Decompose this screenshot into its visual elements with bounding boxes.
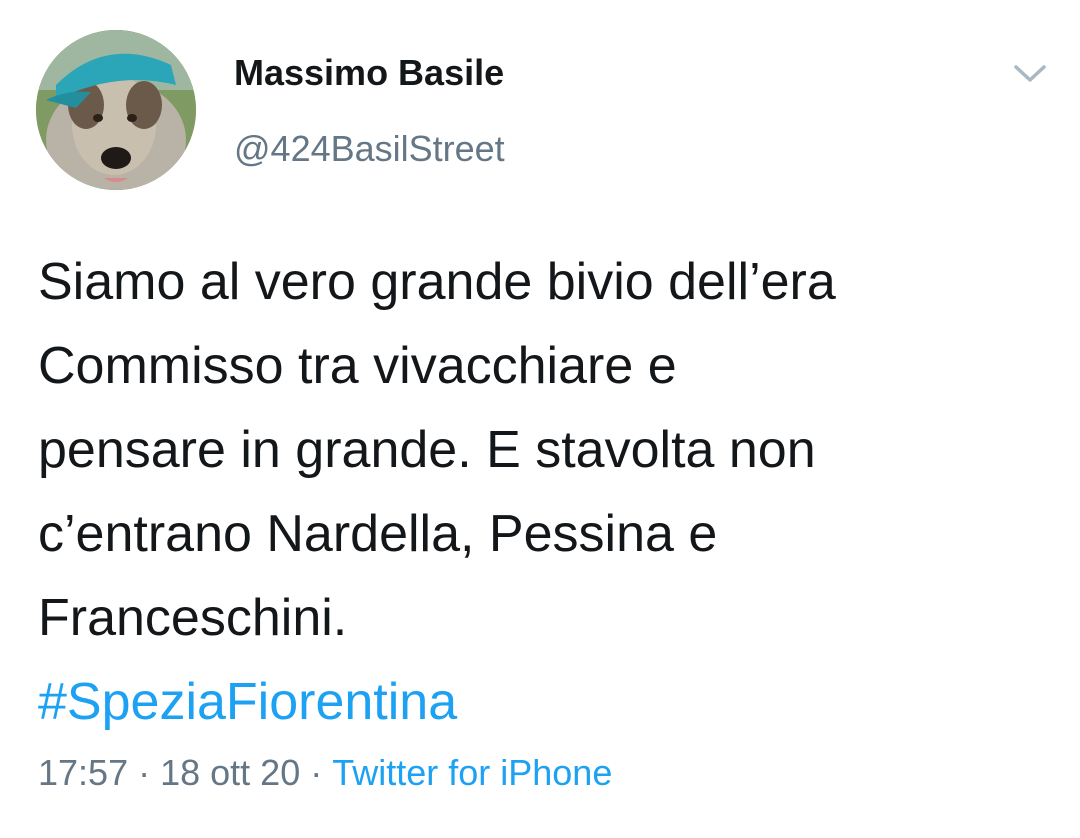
tweet-meta: 17:57 · 18 ott 20 · Twitter for iPhone	[38, 752, 612, 794]
meta-separator: ·	[310, 752, 323, 793]
chevron-down-icon[interactable]	[1010, 56, 1050, 90]
tweet-text-line: Commisso tra vivacchiare e	[38, 337, 677, 395]
tweet-text-line: pensare in grande. E stavolta non	[38, 421, 816, 479]
tweet-text-line: Franceschini.	[38, 589, 348, 647]
hashtag-link[interactable]: #SpeziaFiorentina	[38, 660, 1048, 744]
avatar[interactable]	[36, 30, 196, 190]
tweet-text: Siamo al vero grande bivio dell’era Comm…	[38, 240, 1048, 744]
author-handle[interactable]: @424BasilStreet	[234, 128, 505, 170]
tweet-date[interactable]: 18 ott 20	[160, 752, 300, 793]
tweet-text-line: c’entrano Nardella, Pessina e	[38, 505, 718, 563]
tweet-time[interactable]: 17:57	[38, 752, 128, 793]
author-name[interactable]: Massimo Basile	[234, 52, 504, 94]
tweet-text-line: Siamo al vero grande bivio dell’era	[38, 253, 836, 311]
meta-separator: ·	[138, 752, 151, 793]
dog-avatar-icon	[36, 30, 196, 190]
tweet-source-link[interactable]: Twitter for iPhone	[332, 752, 612, 793]
tweet-card: Massimo Basile @424BasilStreet Siamo al …	[0, 0, 1080, 838]
